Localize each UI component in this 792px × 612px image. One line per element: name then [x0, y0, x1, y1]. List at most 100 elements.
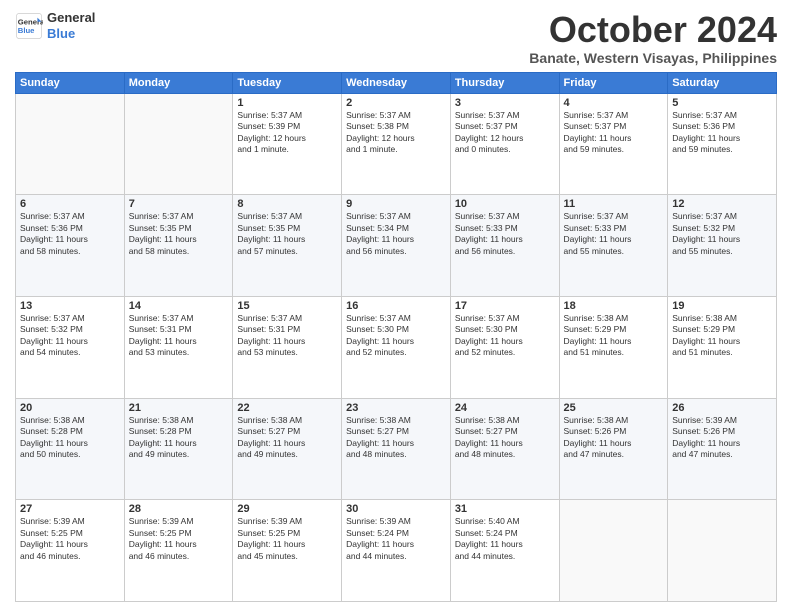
calendar-cell: [559, 500, 668, 602]
day-info: Sunrise: 5:38 AM Sunset: 5:27 PM Dayligh…: [455, 415, 555, 461]
day-info: Sunrise: 5:37 AM Sunset: 5:37 PM Dayligh…: [455, 110, 555, 156]
day-number: 3: [455, 97, 555, 109]
day-info: Sunrise: 5:37 AM Sunset: 5:36 PM Dayligh…: [672, 110, 772, 156]
calendar-cell: 1Sunrise: 5:37 AM Sunset: 5:39 PM Daylig…: [233, 93, 342, 195]
day-info: Sunrise: 5:37 AM Sunset: 5:30 PM Dayligh…: [455, 313, 555, 359]
day-number: 27: [20, 503, 120, 515]
day-number: 12: [672, 198, 772, 210]
day-number: 4: [564, 97, 664, 109]
day-info: Sunrise: 5:37 AM Sunset: 5:33 PM Dayligh…: [564, 211, 664, 257]
calendar-header-friday: Friday: [559, 72, 668, 93]
calendar-cell: 29Sunrise: 5:39 AM Sunset: 5:25 PM Dayli…: [233, 500, 342, 602]
calendar-cell: 25Sunrise: 5:38 AM Sunset: 5:26 PM Dayli…: [559, 398, 668, 500]
svg-text:Blue: Blue: [18, 26, 35, 35]
day-number: 16: [346, 300, 446, 312]
calendar-week-2: 6Sunrise: 5:37 AM Sunset: 5:36 PM Daylig…: [16, 195, 777, 297]
day-info: Sunrise: 5:38 AM Sunset: 5:29 PM Dayligh…: [564, 313, 664, 359]
day-info: Sunrise: 5:37 AM Sunset: 5:39 PM Dayligh…: [237, 110, 337, 156]
day-info: Sunrise: 5:38 AM Sunset: 5:28 PM Dayligh…: [129, 415, 229, 461]
day-info: Sunrise: 5:40 AM Sunset: 5:24 PM Dayligh…: [455, 516, 555, 562]
day-info: Sunrise: 5:39 AM Sunset: 5:26 PM Dayligh…: [672, 415, 772, 461]
calendar-week-1: 1Sunrise: 5:37 AM Sunset: 5:39 PM Daylig…: [16, 93, 777, 195]
day-number: 19: [672, 300, 772, 312]
day-info: Sunrise: 5:39 AM Sunset: 5:25 PM Dayligh…: [20, 516, 120, 562]
calendar-week-5: 27Sunrise: 5:39 AM Sunset: 5:25 PM Dayli…: [16, 500, 777, 602]
calendar-cell: 18Sunrise: 5:38 AM Sunset: 5:29 PM Dayli…: [559, 296, 668, 398]
day-info: Sunrise: 5:38 AM Sunset: 5:28 PM Dayligh…: [20, 415, 120, 461]
calendar-cell: 14Sunrise: 5:37 AM Sunset: 5:31 PM Dayli…: [124, 296, 233, 398]
calendar-cell: 5Sunrise: 5:37 AM Sunset: 5:36 PM Daylig…: [668, 93, 777, 195]
calendar-header-thursday: Thursday: [450, 72, 559, 93]
day-info: Sunrise: 5:39 AM Sunset: 5:25 PM Dayligh…: [237, 516, 337, 562]
day-number: 30: [346, 503, 446, 515]
day-info: Sunrise: 5:39 AM Sunset: 5:24 PM Dayligh…: [346, 516, 446, 562]
day-number: 15: [237, 300, 337, 312]
calendar-cell: 28Sunrise: 5:39 AM Sunset: 5:25 PM Dayli…: [124, 500, 233, 602]
calendar-cell: [124, 93, 233, 195]
calendar-cell: 19Sunrise: 5:38 AM Sunset: 5:29 PM Dayli…: [668, 296, 777, 398]
day-number: 22: [237, 402, 337, 414]
calendar-cell: 21Sunrise: 5:38 AM Sunset: 5:28 PM Dayli…: [124, 398, 233, 500]
day-info: Sunrise: 5:37 AM Sunset: 5:37 PM Dayligh…: [564, 110, 664, 156]
calendar-header-saturday: Saturday: [668, 72, 777, 93]
calendar-cell: 15Sunrise: 5:37 AM Sunset: 5:31 PM Dayli…: [233, 296, 342, 398]
day-info: Sunrise: 5:37 AM Sunset: 5:31 PM Dayligh…: [237, 313, 337, 359]
calendar-cell: 27Sunrise: 5:39 AM Sunset: 5:25 PM Dayli…: [16, 500, 125, 602]
location-subtitle: Banate, Western Visayas, Philippines: [529, 50, 777, 66]
calendar-cell: 30Sunrise: 5:39 AM Sunset: 5:24 PM Dayli…: [342, 500, 451, 602]
day-number: 7: [129, 198, 229, 210]
page: General Blue General Blue October 2024 B…: [0, 0, 792, 612]
calendar-cell: 2Sunrise: 5:37 AM Sunset: 5:38 PM Daylig…: [342, 93, 451, 195]
logo: General Blue General Blue: [15, 10, 95, 41]
day-number: 28: [129, 503, 229, 515]
day-number: 17: [455, 300, 555, 312]
day-number: 10: [455, 198, 555, 210]
day-number: 5: [672, 97, 772, 109]
day-info: Sunrise: 5:37 AM Sunset: 5:35 PM Dayligh…: [237, 211, 337, 257]
calendar-cell: 24Sunrise: 5:38 AM Sunset: 5:27 PM Dayli…: [450, 398, 559, 500]
day-number: 23: [346, 402, 446, 414]
day-number: 14: [129, 300, 229, 312]
calendar-cell: 11Sunrise: 5:37 AM Sunset: 5:33 PM Dayli…: [559, 195, 668, 297]
day-info: Sunrise: 5:37 AM Sunset: 5:36 PM Dayligh…: [20, 211, 120, 257]
logo-text-blue: Blue: [47, 26, 95, 42]
svg-text:General: General: [18, 17, 43, 26]
calendar-cell: 26Sunrise: 5:39 AM Sunset: 5:26 PM Dayli…: [668, 398, 777, 500]
day-info: Sunrise: 5:38 AM Sunset: 5:29 PM Dayligh…: [672, 313, 772, 359]
calendar-body: 1Sunrise: 5:37 AM Sunset: 5:39 PM Daylig…: [16, 93, 777, 601]
calendar-header-tuesday: Tuesday: [233, 72, 342, 93]
day-info: Sunrise: 5:38 AM Sunset: 5:27 PM Dayligh…: [346, 415, 446, 461]
calendar-cell: [668, 500, 777, 602]
calendar-cell: 10Sunrise: 5:37 AM Sunset: 5:33 PM Dayli…: [450, 195, 559, 297]
calendar-cell: 17Sunrise: 5:37 AM Sunset: 5:30 PM Dayli…: [450, 296, 559, 398]
day-number: 13: [20, 300, 120, 312]
title-block: October 2024 Banate, Western Visayas, Ph…: [529, 10, 777, 66]
calendar-cell: 22Sunrise: 5:38 AM Sunset: 5:27 PM Dayli…: [233, 398, 342, 500]
calendar-cell: 3Sunrise: 5:37 AM Sunset: 5:37 PM Daylig…: [450, 93, 559, 195]
calendar-cell: [16, 93, 125, 195]
day-number: 29: [237, 503, 337, 515]
calendar-cell: 16Sunrise: 5:37 AM Sunset: 5:30 PM Dayli…: [342, 296, 451, 398]
day-number: 8: [237, 198, 337, 210]
header: General Blue General Blue October 2024 B…: [15, 10, 777, 66]
day-info: Sunrise: 5:37 AM Sunset: 5:30 PM Dayligh…: [346, 313, 446, 359]
day-info: Sunrise: 5:37 AM Sunset: 5:32 PM Dayligh…: [20, 313, 120, 359]
day-number: 2: [346, 97, 446, 109]
day-info: Sunrise: 5:38 AM Sunset: 5:27 PM Dayligh…: [237, 415, 337, 461]
day-info: Sunrise: 5:39 AM Sunset: 5:25 PM Dayligh…: [129, 516, 229, 562]
day-info: Sunrise: 5:37 AM Sunset: 5:31 PM Dayligh…: [129, 313, 229, 359]
calendar-week-3: 13Sunrise: 5:37 AM Sunset: 5:32 PM Dayli…: [16, 296, 777, 398]
calendar-cell: 7Sunrise: 5:37 AM Sunset: 5:35 PM Daylig…: [124, 195, 233, 297]
day-number: 18: [564, 300, 664, 312]
calendar-cell: 23Sunrise: 5:38 AM Sunset: 5:27 PM Dayli…: [342, 398, 451, 500]
day-info: Sunrise: 5:37 AM Sunset: 5:34 PM Dayligh…: [346, 211, 446, 257]
calendar-cell: 4Sunrise: 5:37 AM Sunset: 5:37 PM Daylig…: [559, 93, 668, 195]
calendar-header-wednesday: Wednesday: [342, 72, 451, 93]
calendar-header-monday: Monday: [124, 72, 233, 93]
calendar-cell: 8Sunrise: 5:37 AM Sunset: 5:35 PM Daylig…: [233, 195, 342, 297]
day-number: 24: [455, 402, 555, 414]
day-info: Sunrise: 5:37 AM Sunset: 5:35 PM Dayligh…: [129, 211, 229, 257]
day-info: Sunrise: 5:38 AM Sunset: 5:26 PM Dayligh…: [564, 415, 664, 461]
day-number: 9: [346, 198, 446, 210]
calendar-table: SundayMondayTuesdayWednesdayThursdayFrid…: [15, 72, 777, 602]
